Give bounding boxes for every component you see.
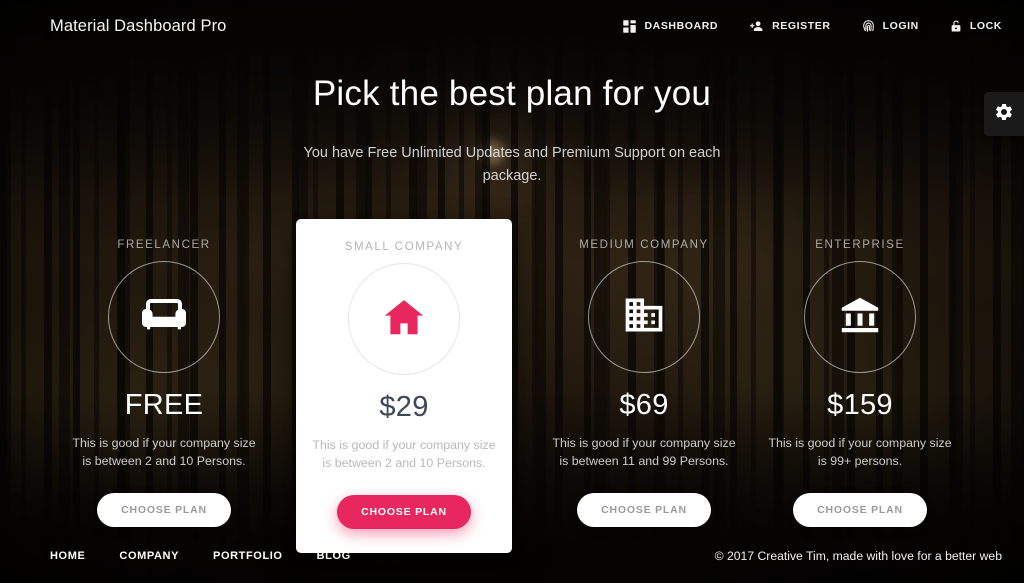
nav-label-register: REGISTER: [772, 20, 831, 32]
sofa-icon: [140, 291, 188, 344]
plan-price: $69: [619, 389, 669, 421]
plan-description: This is good if your company size is bet…: [312, 438, 496, 471]
plan-name: ENTERPRISE: [815, 239, 905, 251]
pricing-card-freelancer: FREELANCER FREE This is good if your com…: [56, 219, 272, 527]
page-title: Pick the best plan for you: [312, 74, 712, 113]
pricing-card-enterprise: ENTERPRISE $159 This is good if your com…: [752, 219, 968, 527]
home-icon: [381, 294, 427, 345]
domain-icon: [622, 293, 666, 342]
plan-price: $29: [379, 391, 429, 423]
choose-plan-button[interactable]: CHOOSE PLAN: [793, 492, 927, 527]
gear-icon: [994, 102, 1014, 127]
dashboard-icon: [622, 19, 637, 34]
plan-icon-circle: [588, 261, 700, 373]
choose-plan-button[interactable]: CHOOSE PLAN: [577, 492, 711, 527]
footer-link-company[interactable]: COMPANY: [119, 550, 179, 562]
plan-description: This is good if your company size is bet…: [552, 436, 736, 469]
choose-plan-button[interactable]: CHOOSE PLAN: [337, 494, 471, 529]
nav-label-login: LOGIN: [882, 20, 919, 32]
plan-icon-circle: [804, 261, 916, 373]
plan-description: This is good if your company size is 99+…: [768, 436, 952, 469]
pricing-card-small-company: SMALL COMPANY $29 This is good if your c…: [296, 219, 512, 553]
bank-icon: [837, 292, 883, 343]
primary-nav: DASHBOARD REGISTER LOGIN LOCK: [622, 18, 1002, 34]
nav-item-dashboard[interactable]: DASHBOARD: [622, 19, 718, 34]
page-footer: HOME COMPANY PORTFOLIO BLOG © 2017 Creat…: [0, 529, 1024, 583]
copyright-text: © 2017 Creative Tim, made with love for …: [714, 549, 1002, 563]
plan-icon-circle: [108, 261, 220, 373]
top-navbar: Material Dashboard Pro DASHBOARD REGISTE…: [0, 0, 1024, 52]
plan-name: SMALL COMPANY: [344, 241, 464, 253]
pricing-cards-row: FREELANCER FREE This is good if your com…: [0, 219, 1024, 553]
choose-plan-button[interactable]: CHOOSE PLAN: [97, 492, 231, 527]
pricing-card-medium-company: MEDIUM COMPANY $69 This is good if your …: [536, 219, 752, 527]
nav-item-lock[interactable]: LOCK: [949, 18, 1002, 34]
settings-toggle-button[interactable]: [984, 92, 1024, 136]
plan-name: FREELANCER: [117, 239, 211, 251]
pricing-page: Material Dashboard Pro DASHBOARD REGISTE…: [0, 0, 1024, 583]
page-subtitle: You have Free Unlimited Updates and Prem…: [303, 145, 721, 184]
nav-item-register[interactable]: REGISTER: [748, 19, 830, 34]
plan-name: MEDIUM COMPANY: [579, 239, 709, 251]
nav-label-lock: LOCK: [969, 20, 1002, 32]
plan-price: $159: [827, 389, 893, 421]
nav-label-dashboard: DASHBOARD: [644, 20, 719, 32]
footer-link-portfolio[interactable]: PORTFOLIO: [213, 550, 283, 562]
plan-description: This is good if your company size is bet…: [72, 436, 256, 469]
footer-link-blog[interactable]: BLOG: [317, 550, 351, 562]
hero-section: Pick the best plan for you You have Free…: [0, 74, 1024, 187]
person-add-icon: [748, 19, 765, 34]
fingerprint-icon: [861, 18, 876, 34]
lock-open-icon: [949, 18, 963, 34]
footer-nav: HOME COMPANY PORTFOLIO BLOG: [50, 550, 351, 562]
footer-link-home[interactable]: HOME: [50, 550, 85, 562]
plan-price: FREE: [124, 389, 204, 421]
plan-icon-circle: [348, 263, 460, 375]
nav-item-login[interactable]: LOGIN: [861, 18, 919, 34]
brand-title[interactable]: Material Dashboard Pro: [50, 17, 226, 36]
